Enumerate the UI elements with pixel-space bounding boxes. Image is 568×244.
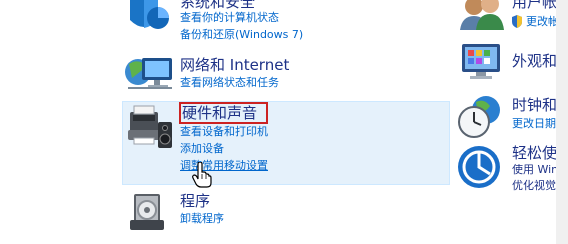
shield-icon	[512, 15, 522, 28]
hand-cursor-icon	[192, 162, 212, 188]
hardware-sound-icon[interactable]	[124, 104, 176, 152]
network-internet-title[interactable]: 网络和 Internet	[180, 56, 289, 74]
clock-region-icon[interactable]	[456, 94, 504, 140]
programs-title[interactable]: 程序	[180, 192, 210, 210]
network-icon[interactable]	[124, 52, 176, 96]
view-network-status-link[interactable]: 查看网络状态和任务	[180, 76, 279, 90]
add-device-link[interactable]: 添加设备	[180, 142, 224, 156]
system-security-icon[interactable]	[124, 0, 172, 38]
ease-of-access-icon[interactable]	[456, 144, 502, 190]
window-edge	[556, 0, 568, 244]
system-security-title[interactable]: 系统和安全	[180, 0, 255, 11]
uninstall-program-link[interactable]: 卸载程序	[180, 212, 224, 226]
view-computer-status-link[interactable]: 查看你的计算机状态	[180, 11, 279, 25]
user-accounts-icon[interactable]	[458, 0, 506, 30]
view-devices-printers-link[interactable]: 查看设备和打印机	[180, 125, 268, 139]
appearance-icon[interactable]	[458, 40, 506, 84]
hardware-title-red-annotation	[179, 102, 268, 124]
programs-icon[interactable]	[126, 190, 170, 234]
backup-restore-link[interactable]: 备份和还原(Windows 7)	[180, 28, 303, 42]
